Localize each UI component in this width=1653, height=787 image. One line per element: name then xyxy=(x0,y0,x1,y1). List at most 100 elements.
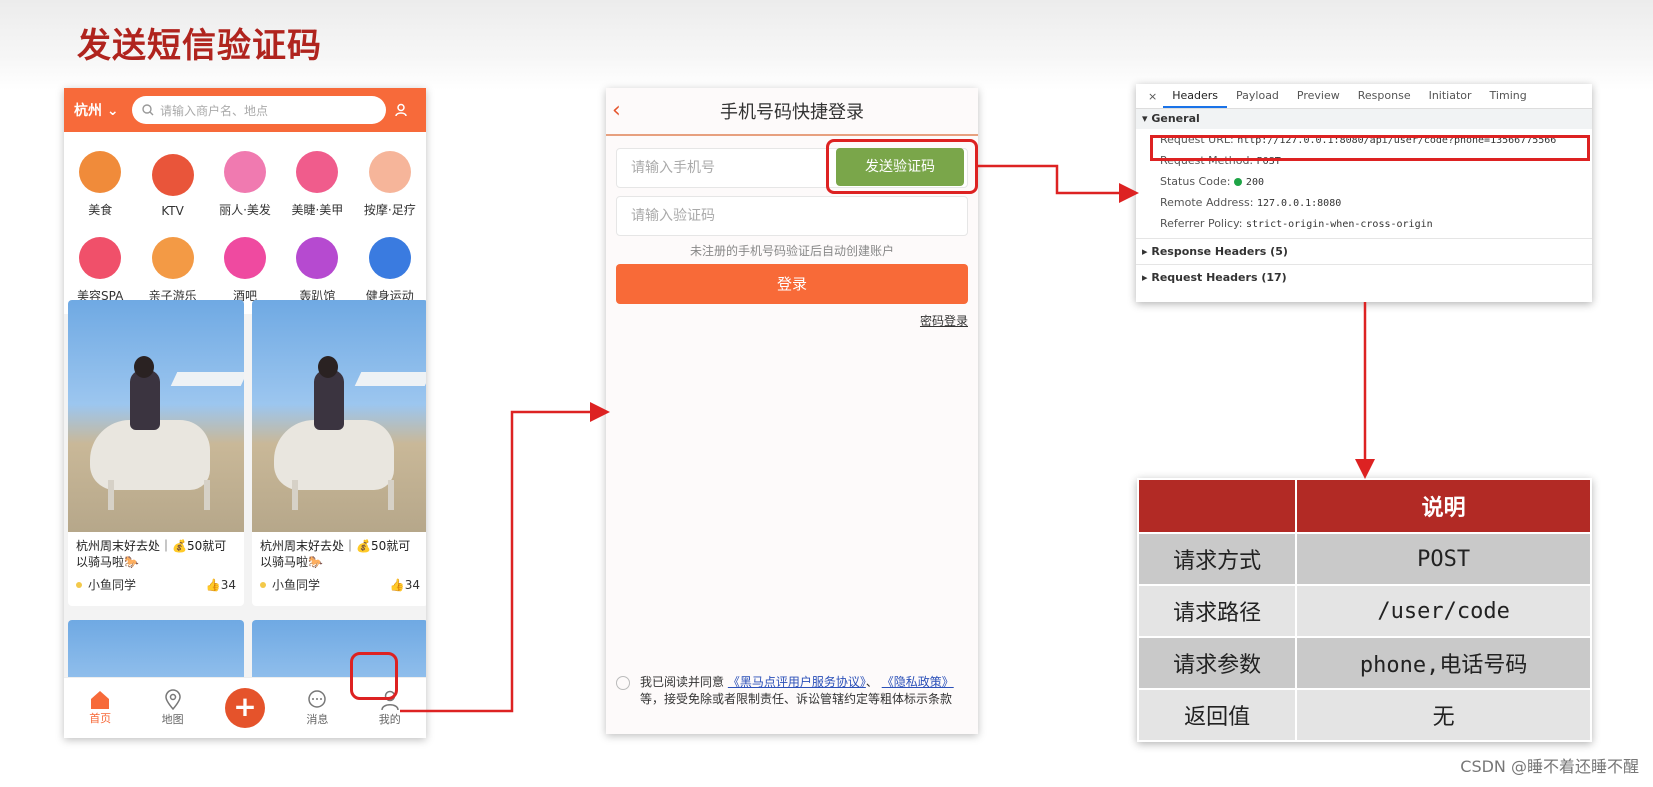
referrer-policy-row: Referrer Policy: strict-origin-when-cros… xyxy=(1136,213,1592,234)
author-name: 小鱼同学 xyxy=(88,578,137,592)
row-key: Referrer Policy: xyxy=(1160,217,1243,230)
nav-message-label: 消息 xyxy=(306,713,329,726)
nav-map[interactable]: 地图 xyxy=(145,689,201,727)
nav-home-label: 首页 xyxy=(89,712,112,725)
profile-nav-highlight xyxy=(350,652,398,700)
category-item[interactable]: 美睫·美甲 xyxy=(281,138,353,224)
blog-card-title: 杭州周末好去处｜💰50就可以骑马啦🐎 xyxy=(76,539,227,569)
city-selector[interactable]: 杭州 ⌄ xyxy=(74,100,132,120)
category-label: KTV xyxy=(161,204,184,218)
table-header-cell xyxy=(1136,478,1298,534)
nav-add[interactable]: + xyxy=(217,688,273,728)
party-mask-icon xyxy=(296,237,339,279)
tab-response[interactable]: Response xyxy=(1349,84,1420,108)
devtools-panel: × Headers Payload Preview Response Initi… xyxy=(1136,84,1592,302)
watermark: CSDN @睡不着还睡不醒 xyxy=(1460,757,1639,776)
tab-headers[interactable]: Headers xyxy=(1163,84,1228,108)
tab-payload[interactable]: Payload xyxy=(1227,84,1288,108)
api-spec-table: 说明 请求方式 POST 请求路径 /user/code 请求参数 phone,… xyxy=(1136,478,1592,742)
search-icon xyxy=(142,104,154,116)
blog-card-title: 杭州周末好去处｜💰50就可以骑马啦🐎 xyxy=(260,539,411,569)
close-icon[interactable]: × xyxy=(1142,90,1163,103)
avatar xyxy=(260,581,266,588)
code-input[interactable]: 请输入验证码 xyxy=(616,196,968,236)
blog-card-image xyxy=(252,300,426,532)
thumbs-up-icon: 👍 xyxy=(205,577,221,592)
category-item[interactable]: 丽人·美发 xyxy=(209,138,281,224)
table-row: 返回值 无 xyxy=(1136,688,1592,742)
category-grid: 美食 KTV 丽人·美发 美睫·美甲 按摩·足疗美容SPA 亲子游乐 酒吧 轰趴馆 健身运动 xyxy=(64,132,426,314)
agree-suffix: 等，接受免除或者限制责任、诉讼管辖约定等粗体标示条款 xyxy=(640,692,953,706)
password-login-link[interactable]: 密码登录 xyxy=(920,312,968,329)
agree-radio[interactable] xyxy=(616,676,630,690)
privacy-policy-link[interactable]: 《隐私政策》 xyxy=(882,675,954,689)
blog-card-author[interactable]: 小鱼同学 xyxy=(260,576,320,593)
service-agreement-link[interactable]: 《黑马点评用户服务协议》 xyxy=(728,675,866,689)
blog-card-meta: 小鱼同学 👍34 xyxy=(252,572,426,597)
category-item[interactable]: 健身运动 xyxy=(354,224,426,310)
category-item[interactable]: 美食 xyxy=(64,138,136,224)
blog-card[interactable]: 杭州周末好去处｜💰50就可以骑马啦🐎 小鱼同学 👍34 xyxy=(68,300,244,606)
category-label: 丽人·美发 xyxy=(219,203,271,217)
status-dot-icon xyxy=(1233,178,1242,186)
row-key: Status Code: xyxy=(1160,175,1231,188)
nail-icon xyxy=(296,151,339,193)
general-section[interactable]: ▾ General xyxy=(1136,109,1592,129)
thumbs-up-icon: 👍 xyxy=(389,577,405,592)
login-header: ‹ 手机号码快捷登录 xyxy=(606,88,978,136)
nav-message[interactable]: 消息 xyxy=(289,689,345,727)
nav-home[interactable]: 首页 xyxy=(72,690,128,726)
dumbbell-icon xyxy=(368,237,411,279)
category-item[interactable]: KTV xyxy=(136,138,208,224)
blog-card-author[interactable]: 小鱼同学 xyxy=(76,576,136,593)
like-count[interactable]: 👍34 xyxy=(206,578,236,592)
message-icon xyxy=(308,690,327,708)
category-label: 按摩·足疗 xyxy=(363,203,416,217)
agree-prefix: 我已阅读并同意 xyxy=(640,675,725,689)
tab-preview[interactable]: Preview xyxy=(1288,84,1349,108)
table-value-cell: 无 xyxy=(1295,688,1592,742)
general-label: General xyxy=(1151,112,1200,125)
slide-title: 发送短信验证码 xyxy=(77,26,322,66)
response-headers-section[interactable]: ▸ Response Headers (5) xyxy=(1136,238,1592,264)
cocktail-icon xyxy=(223,237,266,279)
user-icon[interactable] xyxy=(386,103,416,117)
devtools-tabs: × Headers Payload Preview Response Initi… xyxy=(1136,84,1592,109)
agree-separator: 、 xyxy=(865,675,878,689)
remote-address-row: Remote Address: 127.0.0.1:8080 xyxy=(1136,192,1592,213)
category-item[interactable]: 美容SPA xyxy=(64,224,136,310)
response-headers-label: Response Headers (5) xyxy=(1151,245,1288,258)
search-input[interactable]: 请输入商户名、地点 xyxy=(132,96,386,124)
request-headers-section[interactable]: ▸ Request Headers (17) xyxy=(1136,264,1592,290)
category-label: 美食 xyxy=(88,203,113,217)
table-value-cell: POST xyxy=(1295,532,1592,586)
nav-map-label: 地图 xyxy=(161,713,184,726)
request-url-highlight xyxy=(1150,135,1590,161)
table-key-cell: 返回值 xyxy=(1136,688,1298,742)
category-item[interactable]: 酒吧 xyxy=(209,224,281,310)
foot-massage-icon xyxy=(368,151,411,193)
category-item[interactable]: 按摩·足疗 xyxy=(354,138,426,224)
login-button[interactable]: 登录 xyxy=(616,264,968,304)
family-icon xyxy=(151,237,194,279)
back-icon[interactable]: ‹ xyxy=(612,98,621,123)
blog-card-meta: 小鱼同学 👍34 xyxy=(68,572,244,597)
tab-initiator[interactable]: Initiator xyxy=(1420,84,1481,108)
row-key: Remote Address: xyxy=(1160,196,1254,209)
category-item[interactable]: 轰趴馆 xyxy=(281,224,353,310)
category-item[interactable]: 亲子游乐 xyxy=(136,224,208,310)
hair-icon xyxy=(223,151,266,193)
table-header-row: 说明 xyxy=(1136,478,1592,534)
face-mask-icon xyxy=(79,237,122,279)
agreement-block: 我已阅读并同意 《黑马点评用户服务协议》、 《隐私政策》等，接受免除或者限制责任… xyxy=(616,674,968,708)
tab-timing[interactable]: Timing xyxy=(1481,84,1536,108)
table-value-cell: /user/code xyxy=(1295,584,1592,638)
table-value-cell: phone,电话号码 xyxy=(1295,636,1592,690)
like-count[interactable]: 👍34 xyxy=(390,578,420,592)
table-row: 请求路径 /user/code xyxy=(1136,584,1592,638)
table-key-cell: 请求参数 xyxy=(1136,636,1298,690)
category-label: 美睫·美甲 xyxy=(291,203,344,217)
arrow-profile-to-login xyxy=(400,402,610,713)
blog-card[interactable]: 杭州周末好去处｜💰50就可以骑马啦🐎 小鱼同学 👍34 xyxy=(252,300,426,606)
request-headers-label: Request Headers (17) xyxy=(1151,271,1287,284)
